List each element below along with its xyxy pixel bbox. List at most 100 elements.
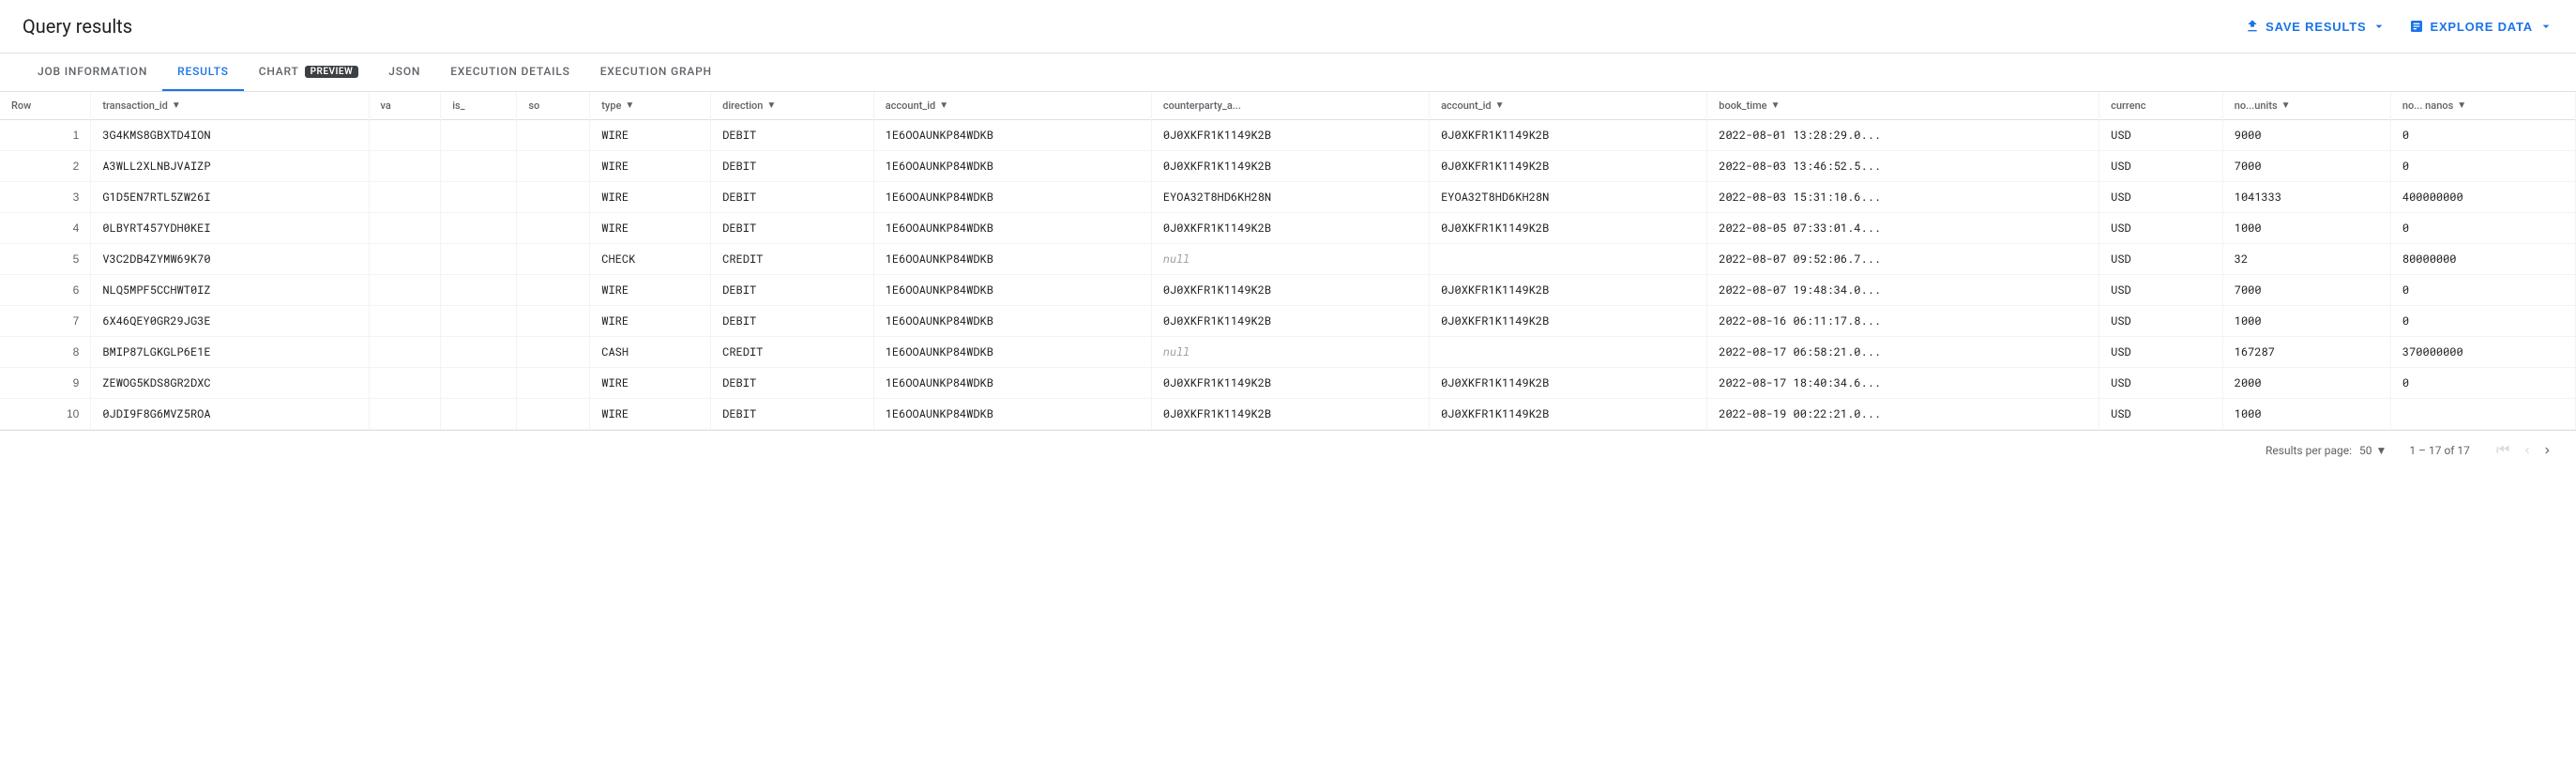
table-cell: DEBIT — [711, 151, 874, 182]
table-cell: 2022-08-16 06:11:17.8... — [1707, 306, 2099, 337]
table-cell — [2390, 399, 2575, 430]
table-cell: WIRE — [590, 368, 711, 399]
table-cell: USD — [2099, 368, 2223, 399]
col-header-book-time[interactable]: book_time▼ — [1707, 92, 2099, 120]
table-cell — [441, 306, 517, 337]
table-cell: 0J0XKFR1K1149K2B — [1430, 368, 1707, 399]
header-actions: SAVE RESULTS EXPLORE DATA — [2245, 19, 2553, 34]
table-cell: USD — [2099, 337, 2223, 368]
table-cell: 3 — [0, 182, 91, 213]
table-header-row: Row transaction_id▼ va is_ so type▼ — [0, 92, 2576, 120]
table-cell: 0J0XKFR1K1149K2B — [1151, 368, 1429, 399]
tab-chart[interactable]: CHART PREVIEW — [244, 53, 374, 91]
save-results-button[interactable]: SAVE RESULTS — [2245, 19, 2387, 34]
table-cell — [517, 151, 590, 182]
explore-dropdown-icon — [2538, 19, 2553, 34]
table-cell — [517, 182, 590, 213]
table-cell: 1000 — [2222, 213, 2390, 244]
table-cell: 32 — [2222, 244, 2390, 275]
first-page-button[interactable]: ⏮ — [2493, 438, 2513, 463]
table-cell — [517, 337, 590, 368]
table-cell: CREDIT — [711, 337, 874, 368]
col-header-no-nanos[interactable]: no... nanos▼ — [2390, 92, 2575, 120]
sort-icon-no-units: ▼ — [2281, 100, 2291, 111]
table-cell: 0 — [2390, 151, 2575, 182]
table-cell — [517, 399, 590, 430]
table-cell: WIRE — [590, 399, 711, 430]
col-header-direction[interactable]: direction▼ — [711, 92, 874, 120]
table-cell: 0 — [2390, 120, 2575, 151]
col-header-transaction-id[interactable]: transaction_id▼ — [91, 92, 369, 120]
col-header-type[interactable]: type▼ — [590, 92, 711, 120]
table-cell — [369, 399, 441, 430]
col-header-no-units[interactable]: no...units▼ — [2222, 92, 2390, 120]
table-cell: null — [1151, 337, 1429, 368]
table-cell: 2022-08-07 19:48:34.0... — [1707, 275, 2099, 306]
table-cell: 1E6OOAUNKP84WDKB — [873, 306, 1151, 337]
table-cell: 0JDI9F8G6MVZ5ROA — [91, 399, 369, 430]
table-cell: CREDIT — [711, 244, 874, 275]
explore-data-button[interactable]: EXPLORE DATA — [2409, 19, 2553, 34]
table-cell: 0J0XKFR1K1149K2B — [1430, 399, 1707, 430]
table-cell — [517, 368, 590, 399]
col-header-account-id[interactable]: account_id▼ — [873, 92, 1151, 120]
table-cell: 0J0XKFR1K1149K2B — [1430, 306, 1707, 337]
table-cell: 0J0XKFR1K1149K2B — [1430, 151, 1707, 182]
sort-icon-account-id: ▼ — [939, 100, 948, 111]
tab-execution-details[interactable]: EXECUTION DETAILS — [435, 53, 585, 91]
per-page-select[interactable]: 50 ▼ — [2359, 444, 2387, 457]
table-cell: USD — [2099, 244, 2223, 275]
table-cell: 2022-08-07 09:52:06.7... — [1707, 244, 2099, 275]
table-cell: CASH — [590, 337, 711, 368]
tab-execution-graph[interactable]: EXECUTION GRAPH — [585, 53, 727, 91]
preview-badge: PREVIEW — [305, 66, 359, 78]
table-cell: 0 — [2390, 275, 2575, 306]
table-cell: 2 — [0, 151, 91, 182]
table-cell — [369, 368, 441, 399]
table-cell — [369, 275, 441, 306]
table-cell: null — [1151, 244, 1429, 275]
tab-results[interactable]: RESULTS — [162, 53, 244, 91]
next-page-button[interactable]: › — [2541, 438, 2553, 463]
col-header-currenc: currenc — [2099, 92, 2223, 120]
table-cell: 1041333 — [2222, 182, 2390, 213]
table-cell: V3C2DB4ZYMW69K70 — [91, 244, 369, 275]
tab-job-information[interactable]: JOB INFORMATION — [23, 53, 162, 91]
save-icon — [2245, 19, 2260, 34]
table-cell — [369, 337, 441, 368]
table-cell: 1E6OOAUNKP84WDKB — [873, 337, 1151, 368]
table-cell: 7000 — [2222, 275, 2390, 306]
table-cell: 2022-08-03 15:31:10.6... — [1707, 182, 2099, 213]
table-cell: 2022-08-03 13:46:52.5... — [1707, 151, 2099, 182]
page-title: Query results — [23, 15, 132, 38]
table-cell — [441, 275, 517, 306]
table-row: 9ZEWOG5KDS8GR2DXCWIREDEBIT1E6OOAUNKP84WD… — [0, 368, 2576, 399]
table-row: 76X46QEY0GR29JG3EWIREDEBIT1E6OOAUNKP84WD… — [0, 306, 2576, 337]
table-cell: 1E6OOAUNKP84WDKB — [873, 151, 1151, 182]
table-cell: 80000000 — [2390, 244, 2575, 275]
table-cell: 0LBYRT457YDH0KEI — [91, 213, 369, 244]
prev-page-button[interactable]: ‹ — [2521, 438, 2533, 463]
table-cell: CHECK — [590, 244, 711, 275]
table-cell: EYOA32T8HD6KH28N — [1151, 182, 1429, 213]
table-cell — [517, 306, 590, 337]
per-page-value: 50 — [2359, 444, 2372, 457]
table-cell: WIRE — [590, 275, 711, 306]
col-header-va: va — [369, 92, 441, 120]
table-row: 2A3WLL2XLNBJVAIZPWIREDEBIT1E6OOAUNKP84WD… — [0, 151, 2576, 182]
table-cell: 0J0XKFR1K1149K2B — [1151, 120, 1429, 151]
table-cell: 9000 — [2222, 120, 2390, 151]
col-header-row: Row — [0, 92, 91, 120]
table-cell: USD — [2099, 182, 2223, 213]
table-cell: A3WLL2XLNBJVAIZP — [91, 151, 369, 182]
table-cell: 1E6OOAUNKP84WDKB — [873, 368, 1151, 399]
table-cell: 0J0XKFR1K1149K2B — [1151, 399, 1429, 430]
table-cell — [441, 399, 517, 430]
table-cell: 2022-08-17 06:58:21.0... — [1707, 337, 2099, 368]
table-cell: 1E6OOAUNKP84WDKB — [873, 213, 1151, 244]
table-cell: 400000000 — [2390, 182, 2575, 213]
table-cell: 0J0XKFR1K1149K2B — [1430, 213, 1707, 244]
tab-json[interactable]: JSON — [373, 53, 435, 91]
col-header-cp-account-id[interactable]: account_id▼ — [1430, 92, 1707, 120]
table-cell: 10 — [0, 399, 91, 430]
